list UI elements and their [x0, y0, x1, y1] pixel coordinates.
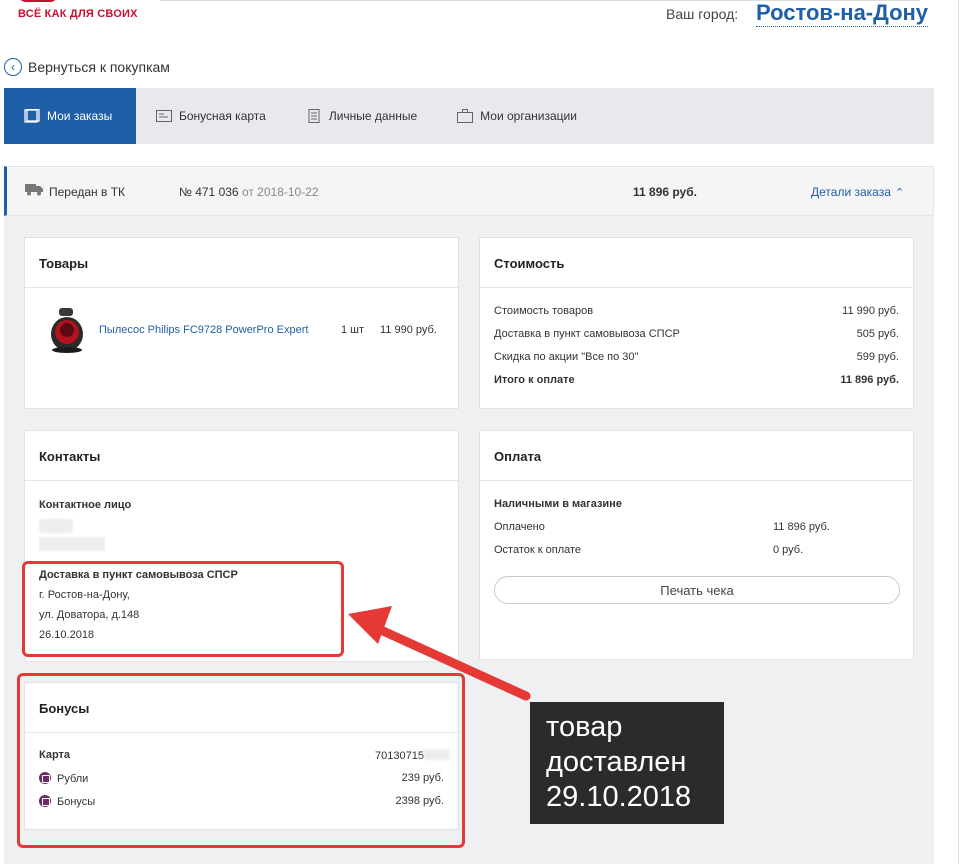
- product-link[interactable]: Пылесос Philips FC9728 PowerPro Expert: [99, 324, 308, 336]
- card-icon: [156, 110, 172, 122]
- product-price: 11 990 руб.: [380, 324, 437, 336]
- logo[interactable]: ВСЁ КАК ДЛЯ СВОИХ: [4, 0, 154, 22]
- cost-row-value: 599 руб.: [856, 351, 899, 363]
- tab-label: Мои заказы: [47, 109, 113, 123]
- contact-person-label: Контактное лицо: [39, 499, 132, 511]
- annotation-box-delivery: [22, 561, 344, 657]
- remain-value: 0 руб.: [773, 544, 804, 556]
- order-number-value: № 471 036: [179, 185, 239, 199]
- tab-personal-data[interactable]: Личные данные: [286, 88, 437, 144]
- truck-icon: [25, 184, 43, 196]
- back-to-shopping-link[interactable]: ‹ Вернуться к покупкам: [4, 58, 170, 76]
- logo-mark: [18, 0, 58, 2]
- total-value: 11 896 руб.: [840, 374, 899, 386]
- order-status: Передан в ТК: [49, 185, 126, 199]
- vacuum-cleaner-image: [51, 308, 83, 353]
- tab-organizations[interactable]: Мои организации: [437, 88, 597, 144]
- chevron-left-icon: ‹: [4, 58, 22, 76]
- order-summary-row: Передан в ТК № 471 036 от 2018-10-22 11 …: [4, 166, 934, 216]
- account-tabs: Мои заказы Бонусная карта Личные данные …: [4, 88, 934, 144]
- note-line: 29.10.2018: [546, 781, 692, 813]
- chevron-up-icon: ⌃: [894, 187, 905, 199]
- note-line: доставлен: [546, 746, 687, 778]
- city-label: Ваш город:: [666, 6, 739, 22]
- payment-card: Оплата Наличными в магазине Оплачено 11 …: [479, 430, 914, 660]
- order-details-label: Детали заказа: [811, 185, 891, 199]
- order-sum: 11 896 руб.: [633, 185, 697, 199]
- tab-label: Бонусная карта: [179, 109, 266, 123]
- cost-row-value: 505 руб.: [856, 328, 899, 340]
- paid-label: Оплачено: [494, 521, 545, 533]
- logo-slogan: ВСЁ КАК ДЛЯ СВОИХ: [18, 8, 138, 20]
- total-label: Итого к оплате: [494, 374, 575, 386]
- goods-card: Товары Пылесос Philips FC9728 PowerPro E…: [24, 237, 459, 409]
- print-receipt-button[interactable]: Печать чека: [494, 576, 900, 604]
- briefcase-icon: [457, 109, 474, 123]
- tab-label: Личные данные: [328, 109, 418, 123]
- order-number: № 471 036 от 2018-10-22: [179, 185, 319, 199]
- tab-my-orders[interactable]: Мои заказы: [4, 88, 136, 144]
- redacted-contact-name: [39, 519, 73, 533]
- remain-label: Остаток к оплате: [494, 544, 582, 556]
- payment-title: Оплата: [480, 431, 913, 481]
- back-label: Вернуться к покупкам: [28, 59, 170, 75]
- redacted-contact-phone: [39, 537, 105, 551]
- cost-row-label: Скидка по акции "Все по 30": [494, 351, 639, 363]
- note-line: товар: [546, 711, 623, 743]
- paid-value: 11 896 руб.: [773, 521, 830, 533]
- cost-card: Стоимость Стоимость товаров 11 990 руб. …: [479, 237, 914, 409]
- cost-row-value: 11 990 руб.: [842, 305, 899, 317]
- annotation-note: товар доставлен 29.10.2018: [530, 702, 724, 824]
- order-details-toggle[interactable]: Детали заказа ⌃: [811, 185, 904, 199]
- city-selector[interactable]: Ростов-на-Дону: [756, 0, 929, 27]
- goods-title: Товары: [25, 238, 458, 288]
- tab-label: Мои организации: [480, 109, 577, 123]
- orders-icon: [24, 109, 40, 123]
- contacts-title: Контакты: [25, 431, 458, 481]
- cost-row-label: Доставка в пункт самовывоза СПСР: [494, 328, 680, 340]
- order-date: от 2018-10-22: [241, 185, 319, 199]
- payment-method: Наличными в магазине: [494, 498, 622, 510]
- page-edge: [958, 0, 959, 864]
- tab-bonus-card[interactable]: Бонусная карта: [136, 88, 286, 144]
- cost-row-label: Стоимость товаров: [494, 305, 594, 317]
- document-icon: [308, 109, 320, 123]
- product-qty: 1 шт: [341, 324, 365, 336]
- annotation-box-bonuses: [17, 673, 465, 848]
- cost-title: Стоимость: [480, 238, 913, 288]
